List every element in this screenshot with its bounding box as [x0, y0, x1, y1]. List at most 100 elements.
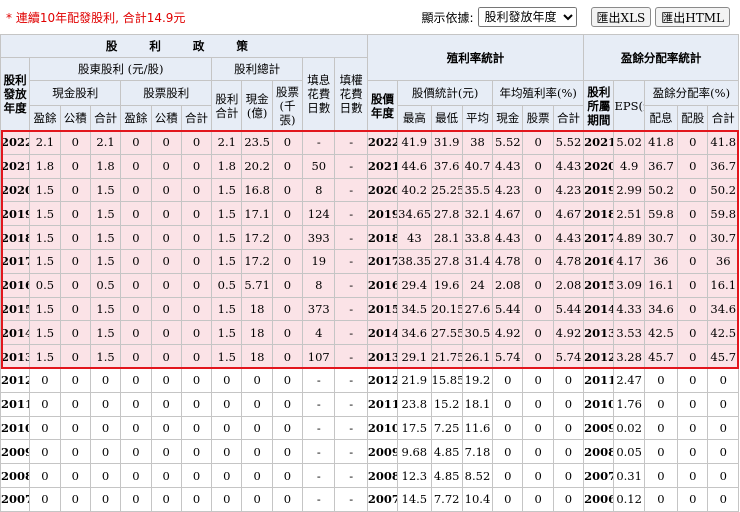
- table-cell: 16.1: [707, 272, 739, 298]
- year-cell: 2021: [0, 153, 31, 179]
- table-cell: 0: [120, 201, 152, 227]
- table-cell: 50: [302, 153, 336, 179]
- table-cell: 0: [271, 320, 304, 346]
- table-cell: 0: [180, 153, 213, 179]
- table-cell: 0: [241, 391, 273, 417]
- table-cell: 5.44: [552, 296, 585, 322]
- table-cell: 1.5: [89, 248, 122, 274]
- table-cell: -: [302, 439, 336, 465]
- table-cell: 0: [180, 391, 213, 417]
- table-cell: 0: [89, 463, 122, 488]
- year-cell: 2010: [366, 415, 399, 441]
- export-html-button[interactable]: 匯出HTML: [655, 7, 730, 27]
- table-cell: 38.35: [397, 248, 432, 274]
- table-cell: 0.5: [89, 272, 122, 298]
- table-cell: 1.5: [89, 225, 122, 250]
- table-cell: 0: [211, 367, 243, 393]
- table-cell: 17.5: [397, 415, 432, 441]
- table-cell: 4.89: [613, 225, 645, 250]
- table-cell: 5.02: [613, 130, 645, 155]
- table-cell: 0: [150, 225, 182, 250]
- table-cell: 0: [120, 391, 152, 417]
- table-cell: 0: [180, 177, 213, 203]
- table-cell: 0: [59, 153, 91, 179]
- year-cell: 2021: [583, 130, 615, 155]
- table-cell: 27.6: [461, 296, 494, 322]
- table-cell: 29.1: [397, 344, 432, 369]
- col-pay-cash: 配息: [643, 105, 679, 131]
- table-cell: 0: [522, 130, 554, 155]
- table-cell: 43: [397, 225, 432, 250]
- table-cell: 5.71: [241, 272, 273, 298]
- table-cell: 30.7: [643, 225, 679, 250]
- col-low: 最低: [430, 105, 463, 131]
- table-cell: 0: [120, 367, 152, 393]
- table-cell: 0: [271, 296, 304, 322]
- year-cell: 2012: [583, 344, 615, 369]
- table-cell: 0: [180, 367, 213, 393]
- table-cell: 2.08: [552, 272, 585, 298]
- table-cell: 15.2: [430, 391, 463, 417]
- year-cell: 2010: [0, 415, 31, 441]
- table-row: 2009000000000--20099.684.857.1800020080.…: [0, 439, 739, 465]
- table-cell: 0: [29, 439, 61, 465]
- table-cell: 1.5: [89, 344, 122, 369]
- table-cell: 0: [677, 463, 709, 488]
- table-cell: 0: [241, 415, 273, 441]
- table-cell: 0: [522, 415, 554, 441]
- table-cell: 0: [707, 391, 739, 417]
- dividend-total-header: 股利合計: [211, 80, 243, 131]
- table-cell: -: [334, 344, 368, 369]
- table-cell: 0: [180, 439, 213, 465]
- year-cell: 2017: [0, 248, 31, 274]
- table-cell: 37.6: [430, 153, 463, 179]
- table-cell: 34.65: [397, 201, 432, 227]
- table-cell: -: [302, 391, 336, 417]
- table-cell: 4.85: [430, 439, 463, 465]
- cash-100m-header: 現金(億): [241, 80, 273, 131]
- table-cell: 5.52: [492, 130, 524, 155]
- filter-label: 顯示依據:: [421, 10, 474, 25]
- table-cell: 0: [59, 391, 91, 417]
- table-cell: 8: [302, 272, 336, 298]
- table-cell: 7.18: [461, 439, 494, 465]
- table-cell: 4.43: [552, 225, 585, 250]
- table-cell: 4.92: [552, 320, 585, 346]
- filter-select[interactable]: 股利發放年度: [477, 7, 577, 27]
- table-cell: 41.8: [643, 130, 679, 155]
- table-cell: 33.8: [461, 225, 494, 250]
- table-cell: -: [334, 391, 368, 417]
- table-cell: 11.6: [461, 415, 494, 441]
- year-cell: 2016: [366, 272, 399, 298]
- table-cell: 0: [241, 439, 273, 465]
- table-cell: 34.5: [397, 296, 432, 322]
- table-cell: 4.43: [492, 153, 524, 179]
- table-cell: 0: [29, 415, 61, 441]
- table-cell: 0: [59, 272, 91, 298]
- table-cell: 0: [643, 367, 679, 393]
- table-cell: 0: [150, 391, 182, 417]
- table-row: 2008000000000--200812.34.858.5200020070.…: [0, 463, 739, 488]
- year-cell: 2020: [0, 177, 31, 203]
- export-xls-button[interactable]: 匯出XLS: [590, 7, 652, 27]
- table-row: 20222.102.10002.123.50--202241.931.9385.…: [0, 130, 739, 155]
- table-cell: 0: [59, 320, 91, 346]
- table-cell: 32.1: [461, 201, 494, 227]
- table-cell: 0: [522, 344, 554, 369]
- table-cell: 30.7: [707, 225, 739, 250]
- table-cell: 0: [180, 130, 213, 155]
- table-cell: 34.6: [397, 320, 432, 346]
- table-row: 2010000000000--201017.57.2511.600020090.…: [0, 415, 739, 441]
- table-cell: 0.05: [613, 439, 645, 465]
- table-cell: 4.23: [492, 177, 524, 203]
- table-cell: -: [302, 463, 336, 488]
- year-cell: 2006: [583, 486, 615, 512]
- dividend-notice: * 連續10年配發股利, 合計14.9元: [6, 11, 186, 25]
- table-cell: 0: [211, 486, 243, 512]
- table-cell: 17.2: [241, 225, 273, 250]
- table-cell: 3.53: [613, 320, 645, 346]
- table-cell: 42.5: [643, 320, 679, 346]
- table-cell: 0: [180, 248, 213, 274]
- table-cell: 8.52: [461, 463, 494, 488]
- table-cell: 124: [302, 201, 336, 227]
